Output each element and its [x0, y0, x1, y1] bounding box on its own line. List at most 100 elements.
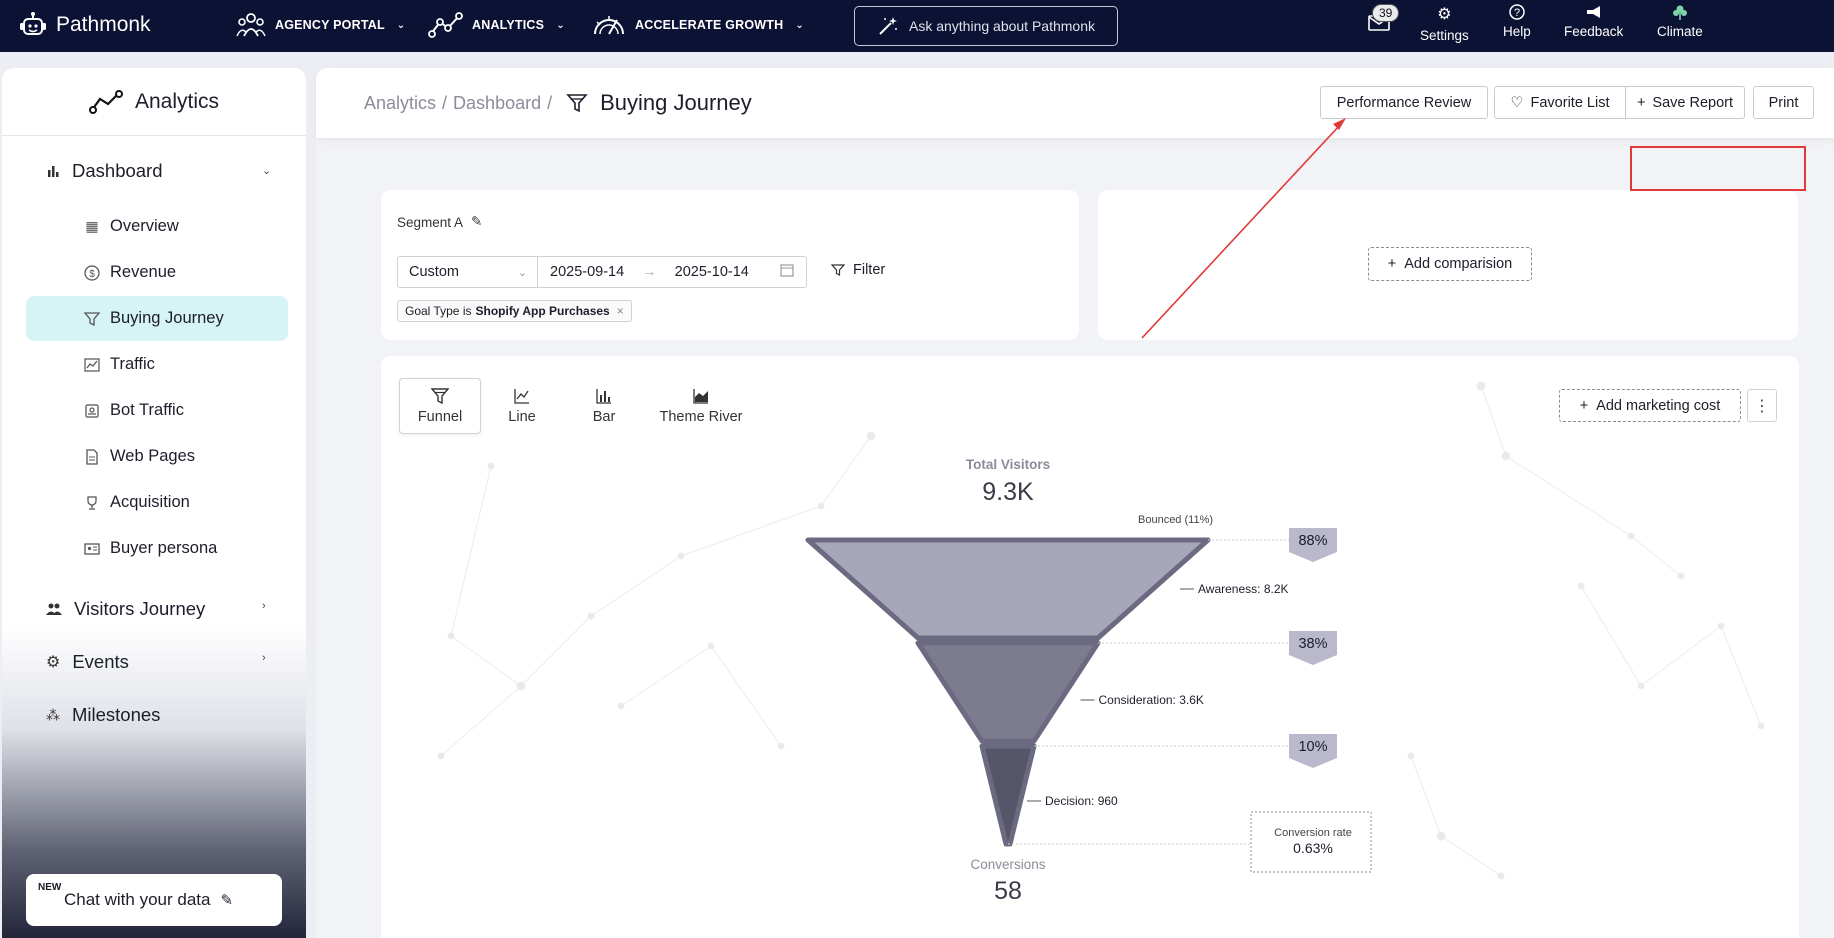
sidebar-item-label: Web Pages	[110, 447, 195, 465]
sidebar-item-bot-traffic[interactable]: Bot Traffic	[26, 388, 288, 433]
filter-chip-prefix: Goal Type is	[405, 304, 472, 318]
svg-text:$: $	[89, 269, 95, 280]
segment-label: Segment A	[397, 214, 464, 230]
segment-card: Segment A ✎ Custom ⌄ 2025-09-14 → 2025-1…	[381, 190, 1079, 340]
sidebar-item-label: Revenue	[110, 263, 177, 281]
sidebar-section-milestones-label: Milestones	[72, 704, 161, 725]
performance-review-button[interactable]: Performance Review	[1320, 86, 1488, 119]
top-bar: Pathmonk AGENCY PORTAL ⌄ ANALYTICS ⌄ ACC…	[0, 0, 1834, 52]
robot-logo-icon	[20, 12, 46, 35]
sidebar-title: Analytics	[2, 68, 306, 136]
document-icon	[84, 448, 100, 465]
help-label: Help	[1503, 24, 1531, 39]
users-icon	[46, 603, 62, 615]
chevron-down-icon[interactable]: ⌄	[262, 164, 271, 177]
total-visitors-label: Total Visitors	[966, 457, 1050, 472]
chevron-down-icon: ⌄	[396, 19, 406, 31]
stage-label: Consideration: 3.6K	[1099, 693, 1204, 707]
edit-icon: ✎	[220, 892, 234, 909]
megaphone-icon	[1586, 6, 1600, 18]
breadcrumb: Analytics / Dashboard / Buying Journey	[364, 90, 752, 116]
funnel-chart: 88% Awareness: 8.2K 38% Consideration: 3.6K…	[805, 457, 1372, 905]
mail-count-badge: 39	[1372, 4, 1400, 22]
add-comparison-button[interactable]: + Add comparision	[1368, 247, 1532, 281]
nav-analytics[interactable]: ANALYTICS ⌄	[428, 10, 565, 40]
save-report-label: Save Report	[1652, 94, 1734, 111]
sidebar-item-web-pages[interactable]: Web Pages	[26, 434, 288, 479]
breadcrumb-separator: /	[547, 92, 553, 113]
date-range-picker[interactable]: Custom ⌄ 2025-09-14 → 2025-10-14	[397, 256, 807, 288]
main-content: Analytics / Dashboard / Buying Journey P…	[316, 68, 1834, 938]
funnel-segment	[979, 743, 1037, 847]
range-preset-select[interactable]: Custom ⌄	[398, 257, 538, 287]
page-header: Analytics / Dashboard / Buying Journey P…	[316, 68, 1834, 138]
favorite-list-label: Favorite List	[1530, 94, 1610, 111]
filter-chip[interactable]: Goal Type is Shopify App Purchases ×	[397, 300, 632, 322]
close-icon[interactable]: ×	[617, 304, 624, 318]
performance-review-label: Performance Review	[1336, 94, 1472, 111]
sidebar-section-milestones[interactable]: ⁂ Milestones	[46, 704, 160, 726]
sidebar-item-acquisition[interactable]: Acquisition	[26, 480, 288, 525]
chevron-right-icon[interactable]: ›	[262, 652, 266, 664]
page-title: Buying Journey	[600, 90, 752, 115]
sidebar-item-label: Bot Traffic	[110, 401, 184, 419]
sidebar-section-dashboard-label: Dashboard	[72, 160, 163, 181]
sidebar-item-label: Buying Journey	[110, 309, 224, 327]
date-range-inputs[interactable]: 2025-09-14 → 2025-10-14	[538, 257, 806, 287]
end-date[interactable]: 2025-10-14	[675, 264, 749, 280]
trophy-icon	[84, 495, 100, 511]
conversion-rate-label: Conversion rate	[1274, 827, 1352, 839]
total-visitors-value: 9.3K	[982, 478, 1034, 506]
chart-card: Funnel Line Bar Theme River + Add market…	[381, 356, 1799, 938]
sidebar-item-label: Overview	[110, 217, 179, 235]
breadcrumb-separator: /	[442, 92, 448, 113]
conversions-value: 58	[994, 877, 1022, 905]
sidebar-item-label: Traffic	[110, 355, 155, 373]
chevron-right-icon[interactable]: ›	[262, 600, 266, 612]
sidebar-item-buyer-persona[interactable]: Buyer persona	[26, 526, 288, 571]
breadcrumb-dashboard[interactable]: Dashboard	[453, 93, 541, 114]
climate-button[interactable]: Climate	[1657, 4, 1703, 39]
breadcrumb-analytics[interactable]: Analytics	[364, 93, 436, 114]
sidebar-item-overview[interactable]: ▦ Overview	[26, 204, 288, 249]
ask-anything-input[interactable]: Ask anything about Pathmonk	[854, 6, 1118, 46]
conversions-label: Conversions	[970, 857, 1045, 872]
filter-button[interactable]: Filter	[831, 262, 885, 278]
funnel-icon	[84, 311, 100, 327]
sidebar-section-dashboard[interactable]: Dashboard	[46, 160, 163, 182]
gear-icon: ⚙	[46, 654, 61, 671]
bounced-label: Bounced (11%)	[1138, 514, 1213, 526]
highlight-box	[1630, 146, 1806, 191]
favorite-list-button[interactable]: ♡ Favorite List	[1494, 86, 1626, 119]
print-button[interactable]: Print	[1753, 86, 1814, 119]
feedback-button[interactable]: Feedback	[1564, 4, 1623, 39]
sidebar-item-traffic[interactable]: Traffic	[26, 342, 288, 387]
nav-accelerate-growth[interactable]: ACCELERATE GROWTH ⌄	[591, 10, 804, 40]
percent-label: 88%	[1298, 533, 1327, 549]
help-button[interactable]: ? Help	[1503, 4, 1531, 39]
magic-wand-icon	[879, 17, 897, 35]
brand-logo[interactable]: Pathmonk	[18, 10, 151, 40]
print-label: Print	[1768, 94, 1799, 111]
add-comparison-label: Add comparision	[1404, 256, 1513, 272]
sidebar-item-revenue[interactable]: $ Revenue	[26, 250, 288, 295]
edit-icon[interactable]: ✎	[471, 214, 482, 230]
save-report-button[interactable]: + Save Report	[1625, 86, 1745, 119]
percent-label: 38%	[1298, 636, 1327, 652]
sidebar-section-visitors-journey[interactable]: Visitors Journey	[46, 598, 205, 620]
help-circle-icon: ?	[1509, 4, 1525, 20]
sidebar-section-events[interactable]: ⚙ Events	[46, 651, 129, 673]
funnel-segment	[805, 537, 1211, 641]
chevron-down-icon: ⌄	[795, 19, 804, 31]
chevron-down-icon: ⌄	[556, 19, 565, 31]
chat-with-data-button[interactable]: NEW Chat with your data ✎	[26, 874, 282, 926]
sidebar-item-label: Buyer persona	[110, 539, 218, 557]
nav-agency-portal[interactable]: AGENCY PORTAL ⌄	[235, 10, 405, 40]
start-date[interactable]: 2025-09-14	[550, 264, 624, 280]
stage-label: Decision: 960	[1045, 794, 1118, 808]
plus-icon: +	[1387, 256, 1397, 272]
sidebar-item-buying-journey[interactable]: Buying Journey	[26, 296, 288, 341]
line-chart-icon	[84, 357, 100, 373]
settings-button[interactable]: ⚙ Settings	[1420, 4, 1469, 43]
feedback-label: Feedback	[1564, 24, 1624, 39]
